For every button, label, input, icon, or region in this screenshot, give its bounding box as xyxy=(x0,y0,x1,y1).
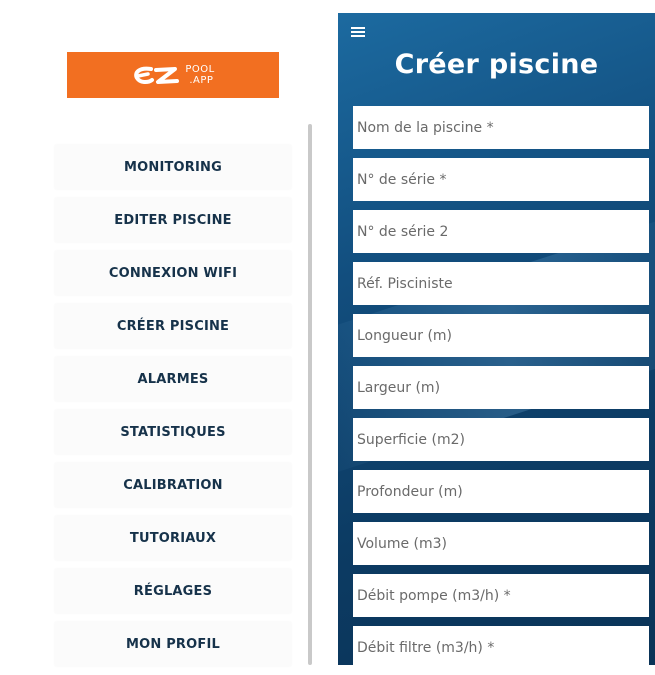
page-title: Créer piscine xyxy=(394,49,599,80)
create-pool-form xyxy=(353,106,649,665)
sidebar-item-calibration[interactable]: CALIBRATION xyxy=(55,463,291,507)
volume-field[interactable] xyxy=(353,522,649,565)
ez-logo-icon xyxy=(134,66,180,85)
sidebar-item-tutoriaux[interactable]: TUTORIAUX xyxy=(55,516,291,560)
logo-text: POOL .APP xyxy=(185,64,214,86)
sidebar-item-mon-profil[interactable]: MON PROFIL xyxy=(55,622,291,666)
length-field[interactable] xyxy=(353,314,649,357)
filter-flow-field[interactable] xyxy=(353,626,649,665)
sidebar-item-statistiques[interactable]: STATISTIQUES xyxy=(55,410,291,454)
sidebar-item-alarmes[interactable]: ALARMES xyxy=(55,357,291,401)
app-logo[interactable]: POOL .APP xyxy=(67,52,279,98)
sidebar: POOL .APP MONITORING EDITER PISCINE CONN… xyxy=(0,0,336,666)
sidebar-item-editer-piscine[interactable]: EDITER PISCINE xyxy=(55,198,291,242)
logo-line1: POOL xyxy=(185,64,215,75)
serial-number-2-field[interactable] xyxy=(353,210,649,253)
pump-flow-field[interactable] xyxy=(353,574,649,617)
sidebar-item-creer-piscine[interactable]: CRÉER PISCINE xyxy=(55,304,291,348)
sidebar-scrollbar[interactable] xyxy=(308,124,312,665)
serial-number-field[interactable] xyxy=(353,158,649,201)
sidebar-menu: MONITORING EDITER PISCINE CONNEXION WIFI… xyxy=(55,145,291,675)
pool-builder-ref-field[interactable] xyxy=(353,262,649,305)
logo-line2: .APP xyxy=(189,75,214,86)
surface-area-field[interactable] xyxy=(353,418,649,461)
hamburger-icon[interactable] xyxy=(351,27,365,38)
sidebar-item-monitoring[interactable]: MONITORING xyxy=(55,145,291,189)
sidebar-item-connexion-wifi[interactable]: CONNEXION WIFI xyxy=(55,251,291,295)
pool-name-field[interactable] xyxy=(353,106,649,149)
sidebar-item-reglages[interactable]: RÉGLAGES xyxy=(55,569,291,613)
create-pool-panel: Créer piscine xyxy=(338,13,655,665)
width-field[interactable] xyxy=(353,366,649,409)
depth-field[interactable] xyxy=(353,470,649,513)
